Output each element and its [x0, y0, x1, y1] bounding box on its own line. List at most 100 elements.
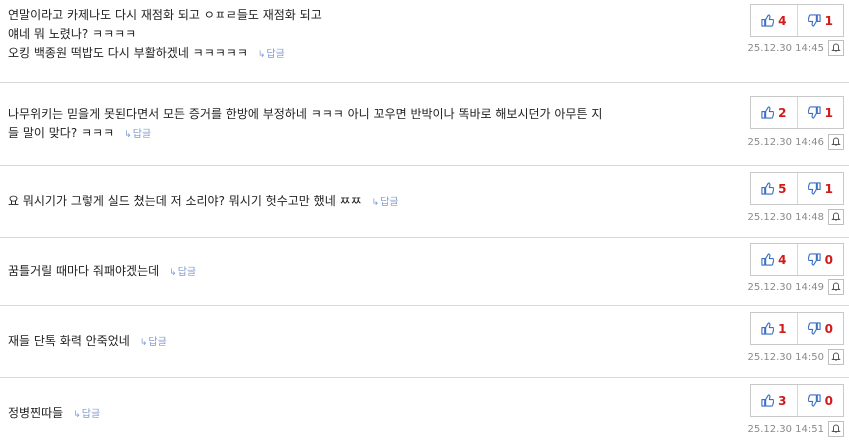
- dislike-count: 0: [824, 321, 833, 336]
- comment-line: 재들 단톡 화력 안죽었네 ↳답글: [8, 332, 708, 353]
- vote-box: 2 1: [750, 96, 844, 129]
- comment-line: 얘네 뭐 노렸나? ㅋㅋㅋㅋ: [8, 27, 137, 41]
- vote-box: 4 1: [750, 4, 844, 37]
- comment-text: 연말이라고 카제나도 다시 재점화 되고 ㅇㅍㄹ들도 재점화 되고 얘네 뭐 노…: [8, 6, 708, 65]
- comment-meta: 25.12.30 14:45: [747, 40, 844, 56]
- comment-text: 정병찐따들 ↳답글: [8, 404, 708, 425]
- comment-date: 25.12.30 14:49: [747, 281, 824, 293]
- comment-line-text: 정병찐따들: [8, 406, 64, 420]
- reply-arrow-icon: ↳: [73, 410, 81, 420]
- comment-line-text: 오킹 백종원 떡밥도 다시 부활하겠네 ㅋㅋㅋㅋㅋ: [8, 46, 248, 60]
- reply-label: 답글: [81, 409, 101, 420]
- thumbs-down-icon: [807, 106, 821, 119]
- like-button[interactable]: 4: [751, 5, 798, 36]
- dislike-count: 0: [824, 393, 833, 408]
- report-button[interactable]: [828, 40, 844, 56]
- like-button[interactable]: 4: [751, 244, 798, 275]
- comment-meta: 25.12.30 14:50: [747, 349, 844, 365]
- comment-date: 25.12.30 14:45: [747, 42, 824, 54]
- reply-arrow-icon: ↳: [371, 198, 380, 208]
- dislike-count: 1: [824, 13, 833, 28]
- dislike-button[interactable]: 1: [798, 5, 844, 36]
- like-count: 3: [778, 393, 787, 408]
- dislike-button[interactable]: 1: [798, 173, 844, 204]
- comment-item: 나무위키는 믿을게 못된다면서 모든 증거를 한방에 부정하네 ㅋㅋㅋ 아니 꼬…: [0, 83, 849, 166]
- thumbs-down-icon: [807, 14, 821, 27]
- report-button[interactable]: [828, 279, 844, 295]
- dislike-count: 1: [824, 181, 833, 196]
- comment-item: 연말이라고 카제나도 다시 재점화 되고 ㅇㅍㄹ들도 재점화 되고 얘네 뭐 노…: [0, 0, 849, 83]
- bell-icon: [831, 280, 841, 294]
- reply-label: 답글: [266, 49, 285, 60]
- dislike-button[interactable]: 1: [798, 97, 844, 128]
- comment-meta: 25.12.30 14:46: [747, 134, 844, 150]
- report-button[interactable]: [828, 134, 844, 150]
- vote-box: 5 1: [750, 172, 844, 205]
- reply-label: 답글: [177, 267, 197, 278]
- reply-arrow-icon: ↳: [169, 268, 177, 278]
- comment-line: 요 뭐시기가 그렇게 실드 쳤는데 저 소리야? 뭐시기 헛수고만 했네 ㅉㅉ ↳…: [8, 192, 708, 213]
- dislike-button[interactable]: 0: [798, 313, 844, 344]
- reply-arrow-icon: ↳: [257, 50, 266, 60]
- like-button[interactable]: 1: [751, 313, 798, 344]
- reply-link[interactable]: ↳답글: [124, 129, 151, 140]
- thumbs-up-icon: [761, 14, 775, 27]
- dislike-button[interactable]: 0: [798, 385, 844, 416]
- reply-link[interactable]: ↳답글: [372, 197, 399, 208]
- comment-line: 나무위키는 믿을게 못된다면서 모든 증거를 한방에 부정하네 ㅋㅋㅋ 아니 꼬…: [8, 107, 603, 121]
- bell-icon: [831, 210, 841, 224]
- comment-meta: 25.12.30 14:51: [747, 421, 844, 437]
- reply-label: 답글: [380, 197, 399, 208]
- thumbs-down-icon: [807, 394, 821, 407]
- dislike-count: 1: [824, 105, 833, 120]
- reply-link[interactable]: ↳답글: [258, 49, 285, 60]
- bell-icon: [831, 135, 841, 149]
- reply-link[interactable]: ↳답글: [140, 337, 167, 348]
- thumbs-up-icon: [761, 322, 775, 335]
- comment-item: 재들 단톡 화력 안죽었네 ↳답글 1 0 25.12.30 14:50: [0, 306, 849, 378]
- comment-item: 꿈틀거릴 때마다 줘패야겠는데 ↳답글 4 0 25.12.30 14:49: [0, 238, 849, 306]
- reply-arrow-icon: ↳: [139, 338, 148, 348]
- reply-label: 답글: [148, 337, 167, 348]
- comment-meta: 25.12.30 14:49: [747, 279, 844, 295]
- comment-date: 25.12.30 14:51: [747, 423, 824, 435]
- like-count: 4: [778, 13, 787, 28]
- vote-box: 4 0: [750, 243, 844, 276]
- report-button[interactable]: [828, 421, 844, 437]
- comment-line: 꿈틀거릴 때마다 줘패야겠는데 ↳답글: [8, 262, 708, 283]
- comment-line-text: 재들 단톡 화력 안죽었네: [8, 334, 130, 348]
- comment-text: 재들 단톡 화력 안죽었네 ↳답글: [8, 332, 708, 353]
- bell-icon: [831, 41, 841, 55]
- thumbs-up-icon: [761, 394, 775, 407]
- report-button[interactable]: [828, 209, 844, 225]
- comment-item: 정병찐따들 ↳답글 3 0 25.12.30 14:51: [0, 378, 849, 440]
- comment-line-text: 요 뭐시기가 그렇게 실드 쳤는데 저 소리야? 뭐시기 헛수고만 했네 ㅉㅉ: [8, 194, 362, 208]
- like-count: 5: [778, 181, 787, 196]
- thumbs-up-icon: [761, 106, 775, 119]
- reply-label: 답글: [132, 129, 152, 140]
- like-button[interactable]: 5: [751, 173, 798, 204]
- thumbs-down-icon: [807, 322, 821, 335]
- like-count: 1: [778, 321, 787, 336]
- comment-line: 정병찐따들 ↳답글: [8, 404, 708, 425]
- comment-text: 꿈틀거릴 때마다 줘패야겠는데 ↳답글: [8, 262, 708, 283]
- thumbs-up-icon: [761, 253, 775, 266]
- vote-box: 1 0: [750, 312, 844, 345]
- bell-icon: [831, 350, 841, 364]
- like-button[interactable]: 3: [751, 385, 798, 416]
- bell-icon: [831, 422, 841, 436]
- comment-date: 25.12.30 14:50: [747, 351, 824, 363]
- report-button[interactable]: [828, 349, 844, 365]
- dislike-button[interactable]: 0: [798, 244, 844, 275]
- comment-line: 들 말이 맞다? ㅋㅋㅋ ↳답글: [8, 124, 708, 145]
- like-count: 4: [778, 252, 787, 267]
- comment-line-text: 들 말이 맞다? ㅋㅋㅋ: [8, 126, 115, 140]
- comment-line: 오킹 백종원 떡밥도 다시 부활하겠네 ㅋㅋㅋㅋㅋ ↳답글: [8, 44, 708, 65]
- like-button[interactable]: 2: [751, 97, 798, 128]
- thumbs-up-icon: [761, 182, 775, 195]
- comment-text: 요 뭐시기가 그렇게 실드 쳤는데 저 소리야? 뭐시기 헛수고만 했네 ㅉㅉ ↳…: [8, 192, 708, 213]
- comment-line: 연말이라고 카제나도 다시 재점화 되고 ㅇㅍㄹ들도 재점화 되고: [8, 8, 322, 22]
- reply-link[interactable]: ↳답글: [73, 409, 100, 420]
- reply-link[interactable]: ↳답글: [169, 267, 196, 278]
- reply-arrow-icon: ↳: [124, 130, 132, 140]
